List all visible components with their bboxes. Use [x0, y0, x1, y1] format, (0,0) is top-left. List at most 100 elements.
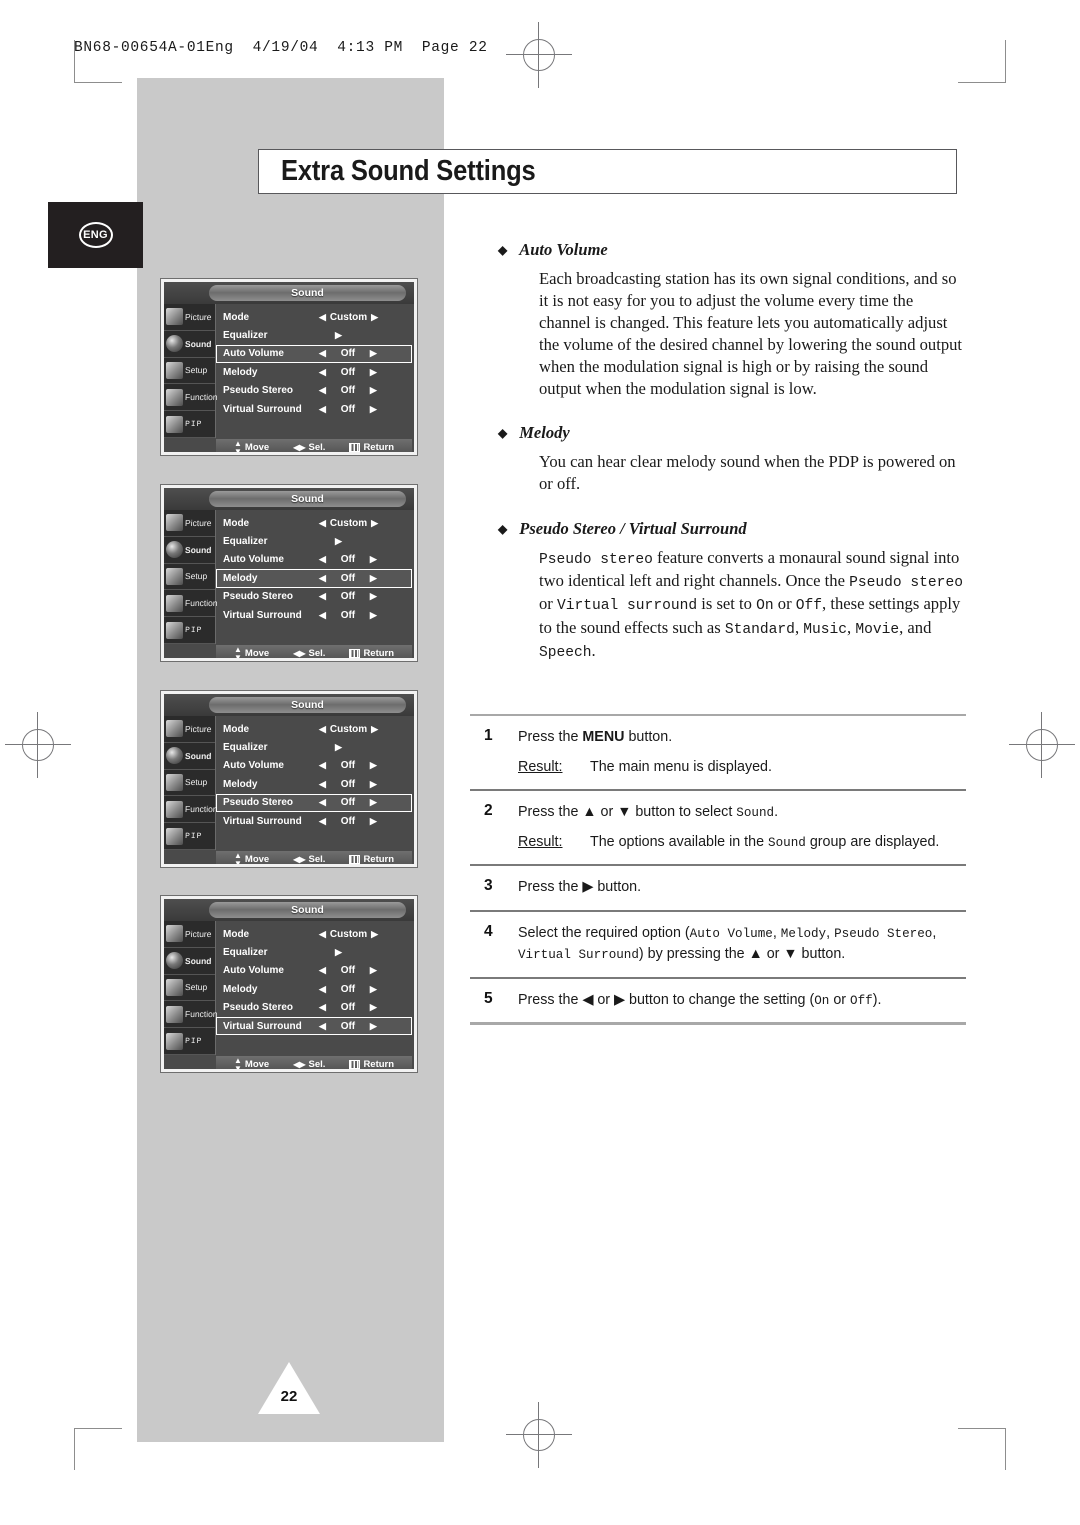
- osd-option-value[interactable]: ◀ Off ▶: [319, 367, 411, 378]
- right-arrow-icon[interactable]: ▶: [370, 367, 377, 377]
- osd-footer-item-sel[interactable]: ◀▶ Sel.: [293, 442, 325, 452]
- osd-option-value[interactable]: ▶: [319, 331, 411, 340]
- osd-option-value[interactable]: ◀ Off ▶: [319, 984, 411, 995]
- right-arrow-icon[interactable]: ▶: [370, 404, 377, 414]
- left-arrow-icon[interactable]: ◀: [319, 929, 326, 939]
- osd-sidebar-item-sound[interactable]: Sound: [164, 537, 215, 564]
- right-arrow-icon[interactable]: ▶: [370, 798, 377, 807]
- osd-option-row-equalizer[interactable]: Equalizer ▶: [216, 738, 412, 756]
- osd-option-value[interactable]: ◀ Custom ▶: [319, 724, 411, 735]
- osd-footer-item-move[interactable]: ▲ ▼ Move: [234, 439, 269, 452]
- osd-option-row-melody[interactable]: Melody ◀ Off ▶: [216, 363, 412, 381]
- osd-sidebar-item-function[interactable]: Function: [164, 1001, 218, 1029]
- left-arrow-icon[interactable]: ◀: [319, 349, 326, 358]
- osd-option-value[interactable]: ◀ Off ▶: [319, 610, 411, 621]
- osd-option-row-auto-volume[interactable]: Auto Volume ◀ Off ▶: [216, 344, 412, 364]
- left-arrow-icon[interactable]: ◀: [319, 724, 326, 734]
- osd-option-value[interactable]: ◀ Off ▶: [319, 591, 411, 602]
- osd-option-row-virtual-surround[interactable]: Virtual Surround ◀ Off ▶: [216, 812, 412, 830]
- left-arrow-icon[interactable]: ◀: [319, 779, 326, 789]
- osd-sidebar-item-setup[interactable]: Setup: [164, 564, 215, 591]
- right-arrow-icon[interactable]: ▶: [370, 1003, 377, 1012]
- left-arrow-icon[interactable]: ◀: [319, 573, 326, 583]
- osd-option-row-pseudo-stereo[interactable]: Pseudo Stereo ◀ Off ▶: [216, 793, 412, 812]
- left-arrow-icon[interactable]: ◀: [319, 386, 326, 395]
- osd-footer-item-move[interactable]: ▲ ▼ Move: [234, 851, 269, 864]
- right-arrow-icon[interactable]: ▶: [371, 724, 378, 734]
- left-arrow-icon[interactable]: ◀: [319, 816, 326, 826]
- osd-sidebar-item-setup[interactable]: Setup: [164, 975, 215, 1002]
- osd-sidebar-item-pip[interactable]: PIP: [164, 617, 215, 644]
- osd-option-row-melody[interactable]: Melody ◀ Off ▶: [216, 569, 412, 588]
- osd-option-value[interactable]: ◀ Off ▶: [319, 779, 411, 790]
- osd-option-row-auto-volume[interactable]: Auto Volume ◀ Off ▶: [216, 551, 412, 569]
- right-arrow-icon[interactable]: ▶: [370, 555, 377, 564]
- osd-footer-item-move[interactable]: ▲ ▼ Move: [234, 1056, 269, 1069]
- right-arrow-icon[interactable]: ▶: [370, 573, 377, 583]
- osd-footer-item-sel[interactable]: ◀▶ Sel.: [293, 648, 325, 658]
- right-arrow-icon[interactable]: ▶: [370, 761, 377, 770]
- osd-option-row-melody[interactable]: Melody ◀ Off ▶: [216, 775, 412, 793]
- osd-option-row-pseudo-stereo[interactable]: Pseudo Stereo ◀ Off ▶: [216, 588, 412, 606]
- left-arrow-icon[interactable]: ◀: [319, 610, 326, 620]
- osd-option-value[interactable]: ◀ Off ▶: [319, 1002, 411, 1013]
- left-arrow-icon[interactable]: ◀: [319, 966, 326, 975]
- osd-option-row-pseudo-stereo[interactable]: Pseudo Stereo ◀ Off ▶: [216, 382, 412, 400]
- osd-option-row-mode[interactable]: Mode ◀ Custom ▶: [216, 925, 412, 943]
- osd-option-row-auto-volume[interactable]: Auto Volume ◀ Off ▶: [216, 962, 412, 980]
- right-arrow-icon[interactable]: ▶: [335, 537, 342, 546]
- osd-footer-item-move[interactable]: ▲ ▼ Move: [234, 645, 269, 658]
- right-arrow-icon[interactable]: ▶: [370, 984, 377, 994]
- left-arrow-icon[interactable]: ◀: [319, 984, 326, 994]
- right-arrow-icon[interactable]: ▶: [371, 312, 378, 322]
- right-arrow-icon[interactable]: ▶: [371, 929, 378, 939]
- osd-option-row-virtual-surround[interactable]: Virtual Surround ◀ Off ▶: [216, 1016, 412, 1036]
- right-arrow-icon[interactable]: ▶: [335, 948, 342, 957]
- osd-option-row-auto-volume[interactable]: Auto Volume ◀ Off ▶: [216, 757, 412, 775]
- osd-sidebar-item-sound[interactable]: Sound: [164, 331, 215, 358]
- left-arrow-icon[interactable]: ◀: [319, 312, 326, 322]
- osd-sidebar-item-pip[interactable]: PIP: [164, 411, 215, 438]
- osd-option-value[interactable]: ▶: [319, 948, 411, 957]
- osd-option-row-mode[interactable]: Mode ◀ Custom ▶: [216, 720, 412, 738]
- osd-footer-item-return[interactable]: Return: [349, 442, 394, 452]
- osd-option-value[interactable]: ◀ Off ▶: [319, 797, 411, 808]
- osd-option-row-mode[interactable]: Mode ◀ Custom ▶: [216, 514, 412, 532]
- osd-sidebar-item-picture[interactable]: Picture: [164, 510, 215, 537]
- osd-option-row-equalizer[interactable]: Equalizer ▶: [216, 532, 412, 550]
- osd-sidebar-item-sound[interactable]: Sound: [164, 743, 215, 770]
- osd-option-value[interactable]: ◀ Off ▶: [319, 760, 411, 771]
- osd-sidebar-item-picture[interactable]: Picture: [164, 921, 215, 948]
- osd-option-row-mode[interactable]: Mode ◀ Custom ▶: [216, 308, 412, 326]
- left-arrow-icon[interactable]: ◀: [319, 592, 326, 601]
- right-arrow-icon[interactable]: ▶: [370, 386, 377, 395]
- right-arrow-icon[interactable]: ▶: [371, 518, 378, 528]
- right-arrow-icon[interactable]: ▶: [370, 1021, 377, 1031]
- osd-option-value[interactable]: ◀ Custom ▶: [319, 312, 411, 323]
- osd-sidebar-item-pip[interactable]: PIP: [164, 1028, 215, 1055]
- right-arrow-icon[interactable]: ▶: [370, 592, 377, 601]
- right-arrow-icon[interactable]: ▶: [370, 966, 377, 975]
- osd-option-value[interactable]: ◀ Off ▶: [319, 573, 411, 584]
- osd-option-value[interactable]: ◀ Off ▶: [319, 965, 411, 976]
- left-arrow-icon[interactable]: ◀: [319, 555, 326, 564]
- osd-option-value[interactable]: ▶: [319, 743, 411, 752]
- osd-footer-item-return[interactable]: Return: [349, 854, 394, 864]
- osd-option-row-virtual-surround[interactable]: Virtual Surround ◀ Off ▶: [216, 606, 412, 624]
- left-arrow-icon[interactable]: ◀: [319, 798, 326, 807]
- osd-sidebar-item-picture[interactable]: Picture: [164, 304, 215, 331]
- left-arrow-icon[interactable]: ◀: [319, 404, 326, 414]
- left-arrow-icon[interactable]: ◀: [319, 761, 326, 770]
- osd-sidebar-item-setup[interactable]: Setup: [164, 358, 215, 385]
- right-arrow-icon[interactable]: ▶: [370, 779, 377, 789]
- osd-sidebar-item-pip[interactable]: PIP: [164, 823, 215, 850]
- osd-sidebar-item-function[interactable]: Function: [164, 796, 218, 824]
- osd-sidebar-item-setup[interactable]: Setup: [164, 770, 215, 797]
- osd-option-value[interactable]: ▶: [319, 537, 411, 546]
- osd-footer-item-return[interactable]: Return: [349, 648, 394, 658]
- osd-footer-item-return[interactable]: Return: [349, 1059, 394, 1069]
- left-arrow-icon[interactable]: ◀: [319, 518, 326, 528]
- right-arrow-icon[interactable]: ▶: [335, 331, 342, 340]
- osd-option-value[interactable]: ◀ Off ▶: [319, 816, 411, 827]
- left-arrow-icon[interactable]: ◀: [319, 367, 326, 377]
